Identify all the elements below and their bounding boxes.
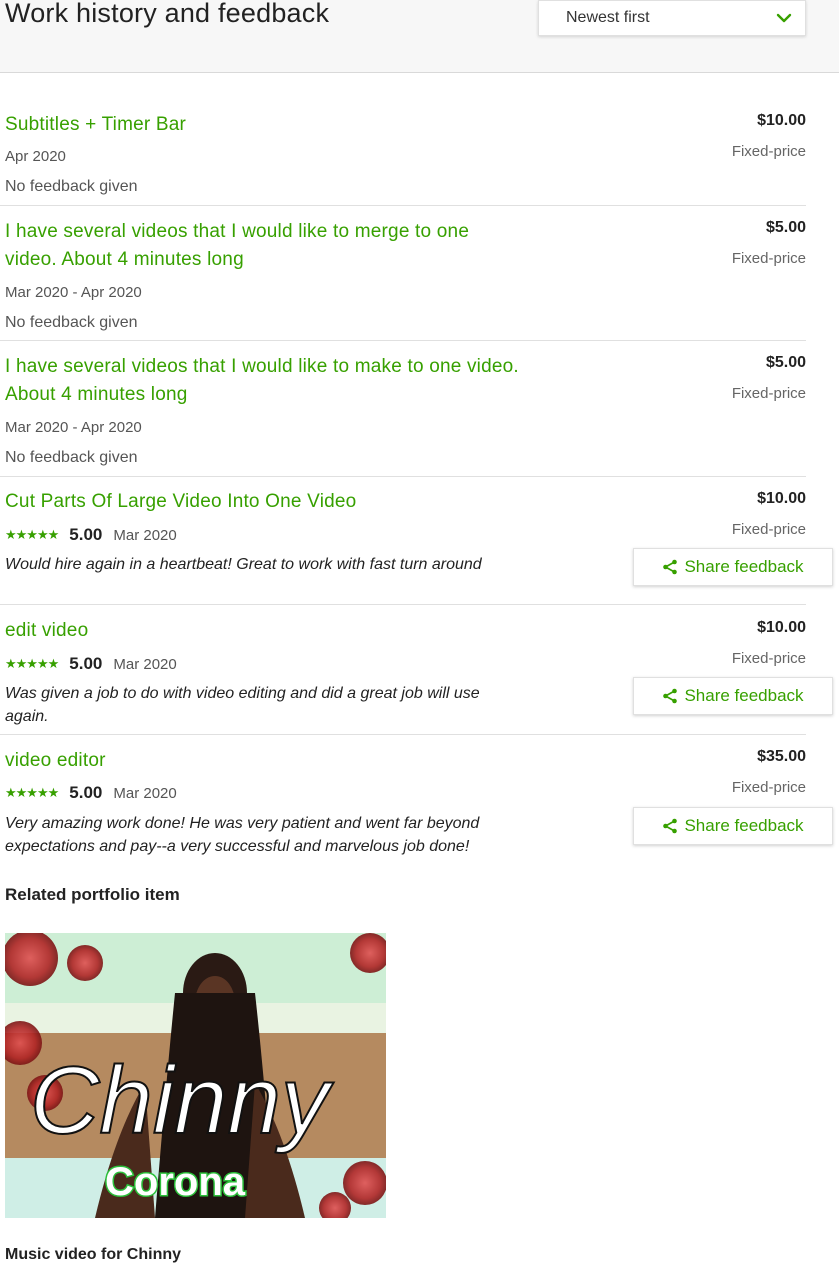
related-portfolio-heading: Related portfolio item: [5, 885, 180, 904]
rating-score: 5.00: [69, 654, 103, 673]
rating-date: Mar 2020: [113, 526, 177, 544]
rating-row: ★★★★★ 5.00 Mar 2020: [5, 783, 177, 803]
job-date: Apr 2020: [5, 148, 66, 165]
star-rating-icon: ★★★★★: [5, 656, 59, 671]
rating-row: ★★★★★ 5.00 Mar 2020: [5, 525, 177, 545]
rating-score: 5.00: [69, 525, 103, 544]
rating-row: ★★★★★ 5.00 Mar 2020: [5, 654, 177, 674]
job-title-link[interactable]: video editor: [5, 747, 605, 775]
feedback-comment: Was given a job to do with video editing…: [5, 682, 605, 728]
no-feedback-text: No feedback given: [5, 178, 138, 195]
divider: [0, 476, 806, 477]
share-feedback-button[interactable]: Share feedback: [633, 548, 833, 586]
rating-date: Mar 2020: [113, 655, 177, 673]
job-type: Fixed-price: [731, 385, 806, 402]
share-feedback-button[interactable]: Share feedback: [633, 807, 833, 845]
job-amount: $5.00: [765, 219, 806, 236]
job-title-link[interactable]: Cut Parts Of Large Video Into One Video: [5, 488, 605, 516]
share-feedback-label: Share feedback: [684, 686, 804, 705]
job-amount: $10.00: [757, 112, 806, 129]
job-title-line[interactable]: Cut Parts Of Large Video Into One Video: [5, 488, 605, 516]
job-date: Mar 2020 - Apr 2020: [5, 284, 142, 301]
job-title-line[interactable]: I have several videos that I would like …: [5, 353, 605, 381]
divider: [0, 205, 806, 206]
portfolio-sub-text: Corona: [105, 1160, 246, 1204]
job-title-link[interactable]: Subtitles + Timer Bar: [5, 111, 605, 139]
job-title-link[interactable]: edit video: [5, 617, 605, 645]
comment-line: Very amazing work done! He was very pati…: [5, 815, 480, 832]
share-icon: [663, 559, 678, 575]
share-icon: [663, 688, 678, 704]
comment-line: again.: [5, 708, 49, 725]
job-title-line[interactable]: Subtitles + Timer Bar: [5, 111, 605, 139]
divider: [0, 340, 806, 341]
job-title-line[interactable]: About 4 minutes long: [5, 381, 605, 409]
job-title-link[interactable]: I have several videos that I would like …: [5, 218, 605, 274]
job-title-line[interactable]: video editor: [5, 747, 605, 775]
job-amount: $5.00: [765, 354, 806, 371]
no-feedback-text: No feedback given: [5, 449, 138, 466]
sort-dropdown[interactable]: Newest first: [538, 0, 806, 36]
no-feedback-text: No feedback given: [5, 314, 138, 331]
comment-line: expectations and pay--a very successful …: [5, 838, 470, 855]
portfolio-thumbnail[interactable]: Chinny Corona: [5, 933, 386, 1218]
chevron-down-icon: [776, 13, 792, 23]
share-feedback-label: Share feedback: [684, 816, 804, 835]
job-title-line[interactable]: video. About 4 minutes long: [5, 246, 605, 274]
job-title-line[interactable]: I have several videos that I would like …: [5, 218, 605, 246]
job-title-link[interactable]: I have several videos that I would like …: [5, 353, 605, 409]
job-date: Mar 2020 - Apr 2020: [5, 419, 142, 436]
feedback-comment: Would hire again in a heartbeat! Great t…: [5, 553, 605, 576]
star-rating-icon: ★★★★★: [5, 527, 59, 542]
job-amount: $10.00: [757, 619, 806, 636]
job-type: Fixed-price: [731, 779, 806, 796]
job-amount: $35.00: [757, 748, 806, 765]
share-icon: [663, 818, 678, 834]
section-header: Work history and feedback Newest first: [0, 0, 839, 73]
job-type: Fixed-price: [731, 143, 806, 160]
share-feedback-label: Share feedback: [684, 557, 804, 576]
divider: [0, 734, 806, 735]
portfolio-caption[interactable]: Music video for Chinny: [5, 1246, 181, 1264]
job-title-line[interactable]: edit video: [5, 617, 605, 645]
portfolio-main-text: Chinny: [30, 1047, 334, 1154]
job-type: Fixed-price: [731, 250, 806, 267]
star-rating-icon: ★★★★★: [5, 785, 59, 800]
page-title: Work history and feedback: [5, 0, 330, 28]
job-type: Fixed-price: [731, 521, 806, 538]
job-amount: $10.00: [757, 490, 806, 507]
rating-score: 5.00: [69, 783, 103, 802]
divider: [0, 604, 806, 605]
share-feedback-button[interactable]: Share feedback: [633, 677, 833, 715]
portfolio-artwork: Chinny Corona: [5, 933, 386, 1218]
sort-selected-value: Newest first: [566, 9, 650, 26]
job-type: Fixed-price: [731, 650, 806, 667]
comment-line: Would hire again in a heartbeat! Great t…: [5, 556, 482, 573]
rating-date: Mar 2020: [113, 784, 177, 802]
comment-line: Was given a job to do with video editing…: [5, 685, 480, 702]
feedback-comment: Very amazing work done! He was very pati…: [5, 812, 605, 858]
